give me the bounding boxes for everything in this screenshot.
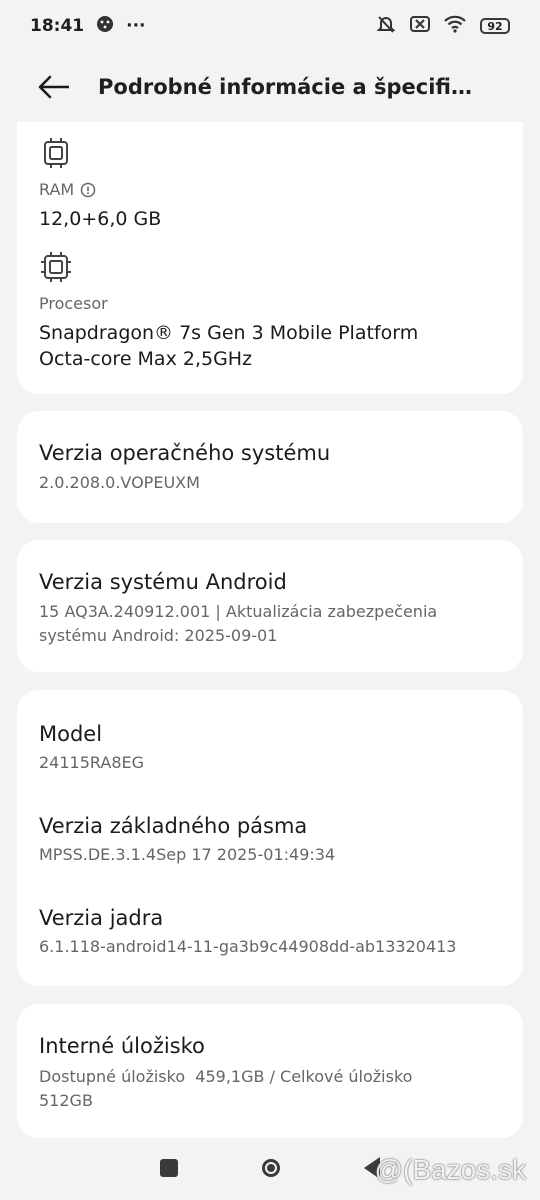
specs-card: RAM 12,0+6,0 GB Procesor Snapdragon® 7s …	[17, 122, 523, 394]
ram-label: RAM	[39, 180, 75, 199]
device-info-card: Model 24115RA8EG Verzia základného pásma…	[17, 690, 523, 986]
cpu-value-line2: Octa-core Max 2,5GHz	[39, 348, 253, 370]
model-value: 24115RA8EG	[39, 753, 144, 772]
arrow-left-icon	[38, 75, 69, 99]
android-version-line1: 15 AQ3A.240912.001 | Aktualizácia zabezp…	[39, 602, 438, 621]
info-icon[interactable]	[80, 182, 96, 198]
status-bar: 18:41 ··· 92	[0, 0, 540, 52]
app-notification-icon	[96, 15, 114, 38]
memory-chip-icon	[44, 138, 68, 168]
page-title: Podrobné informácie a špecifik…	[98, 75, 478, 99]
processor-chip-icon	[41, 252, 71, 282]
status-left: 18:41 ···	[30, 15, 146, 38]
home-button[interactable]	[262, 1159, 280, 1177]
storage-title: Interné úložisko	[39, 1034, 205, 1058]
cpu-label: Procesor	[39, 294, 108, 313]
watermark: @(Bazos.sk	[374, 1154, 526, 1185]
ram-label-row: RAM	[39, 180, 96, 199]
android-version-title: Verzia systému Android	[39, 570, 287, 594]
more-notifications-icon: ···	[126, 16, 146, 36]
ram-value: 12,0+6,0 GB	[39, 208, 162, 230]
battery-icon: 92	[480, 18, 510, 34]
baseband-title: Verzia základného pásma	[39, 814, 308, 838]
mute-icon	[376, 14, 396, 38]
page-header: Podrobné informácie a špecifik…	[0, 52, 540, 122]
os-version-card[interactable]: Verzia operačného systému 2.0.208.0.VOPE…	[17, 411, 523, 523]
android-version-line2: systému Android: 2025-09-01	[39, 626, 278, 645]
kernel-value: 6.1.118-android14-11-ga3b9c44908dd-ab133…	[39, 937, 457, 956]
os-version-value: 2.0.208.0.VOPEUXM	[39, 473, 200, 492]
recents-button[interactable]	[160, 1159, 178, 1177]
storage-line2: 512GB	[39, 1091, 93, 1110]
baseband-value: MPSS.DE.3.1.4Sep 17 2025-01:49:34	[39, 845, 336, 864]
wifi-icon	[444, 15, 466, 37]
storage-line1: Dostupné úložisko 459,1GB / Celkové úlož…	[39, 1067, 413, 1086]
status-right: 92	[376, 14, 510, 38]
model-title: Model	[39, 722, 103, 746]
cpu-value-line1: Snapdragon® 7s Gen 3 Mobile Platform	[39, 322, 419, 344]
back-button[interactable]	[38, 71, 70, 103]
status-time: 18:41	[30, 16, 85, 36]
no-sim-icon	[410, 15, 430, 37]
os-version-title: Verzia operačného systému	[39, 441, 331, 465]
android-version-card[interactable]: Verzia systému Android 15 AQ3A.240912.00…	[17, 540, 523, 672]
storage-card[interactable]: Interné úložisko Dostupné úložisko 459,1…	[17, 1004, 523, 1138]
kernel-title: Verzia jadra	[39, 906, 164, 930]
